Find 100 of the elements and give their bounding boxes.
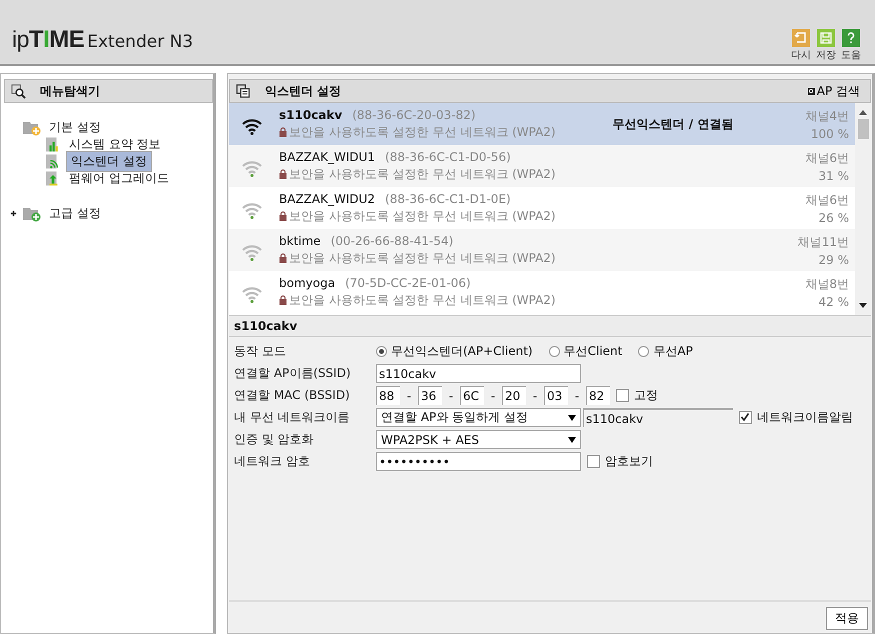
network-row[interactable]: s110cakv (88-36-6C-20-03-82) 보안을 사용하도록 설정한 무선 네트워크 (WPA2) 무선익스텐더 / 연결됨 채널4번 100 % bbox=[229, 103, 855, 145]
network-row[interactable]: bktime (00-26-66-88-41-54) 보안을 사용하도록 설정한 무선 네트워크 (WPA2) 채널11번 29 % bbox=[229, 229, 855, 271]
ap-search-button[interactable]: AP 검색 bbox=[804, 82, 864, 100]
mac-separator: - bbox=[448, 388, 454, 402]
lock-icon bbox=[279, 169, 287, 179]
panel-title: 익스텐더 설정 bbox=[265, 82, 342, 100]
mac-address: (88-36-6C-C1-D0-56) bbox=[385, 150, 511, 164]
security-text: 보안을 사용하도록 설정한 무선 네트워크 (WPA2) bbox=[289, 292, 556, 308]
tree-item[interactable]: 펌웨어 업그레이드 bbox=[66, 170, 172, 187]
signal-strength: 100 % bbox=[810, 126, 849, 140]
caret-icon bbox=[568, 436, 576, 442]
field-label: 네트워크 암호 bbox=[234, 453, 311, 470]
password-input[interactable]: •••••••••• bbox=[376, 452, 581, 471]
radio-button[interactable] bbox=[638, 346, 650, 357]
undo-button[interactable]: 다시 bbox=[791, 29, 811, 62]
scroll-down-icon[interactable] bbox=[859, 303, 867, 308]
mac-input[interactable]: 82 bbox=[586, 386, 610, 405]
expand-icon[interactable] bbox=[10, 210, 17, 217]
brand-logo: ipTIME bbox=[12, 26, 84, 54]
network-name: bktime bbox=[279, 234, 321, 248]
wireless-document-icon bbox=[46, 154, 60, 169]
product-name: Extender N3 bbox=[87, 32, 194, 52]
sidebar-title: 메뉴탐색기 bbox=[40, 82, 100, 100]
ssid-input[interactable]: s110cakv bbox=[376, 364, 581, 383]
wifi-icon bbox=[241, 285, 263, 303]
lock-icon bbox=[279, 127, 287, 137]
search-icon bbox=[808, 88, 815, 94]
caret-icon bbox=[568, 414, 576, 420]
field-label: 연결할 AP이름(SSID) bbox=[234, 365, 352, 382]
mac-address: (88-36-6C-C1-D1-0E) bbox=[385, 192, 511, 206]
mac-separator: - bbox=[532, 388, 538, 402]
signal-strength: 26 % bbox=[818, 210, 849, 224]
mac-input[interactable]: 36 bbox=[418, 386, 442, 405]
save-icon bbox=[817, 29, 835, 47]
field-label: 동작 모드 bbox=[234, 343, 287, 360]
apply-button[interactable]: 적용 bbox=[826, 607, 868, 630]
network-name-input[interactable]: s110cakv bbox=[583, 408, 733, 427]
radio-button[interactable] bbox=[548, 346, 560, 357]
security-text: 보안을 사용하도록 설정한 무선 네트워크 (WPA2) bbox=[289, 166, 556, 182]
upload-document-icon bbox=[46, 171, 60, 186]
mac-input[interactable]: 88 bbox=[376, 386, 400, 405]
scrollbar-thumb[interactable] bbox=[858, 119, 868, 139]
scroll-up-icon[interactable] bbox=[859, 110, 867, 115]
connection-status: 무선익스텐더 / 연결됨 bbox=[612, 116, 734, 132]
checkbox[interactable] bbox=[587, 455, 600, 468]
channel-text: 채널6번 bbox=[805, 192, 849, 208]
field-label: 연결할 MAC (BSSID) bbox=[234, 387, 351, 404]
window-icon bbox=[236, 84, 251, 98]
tree-item[interactable]: 익스텐더 설정 bbox=[66, 151, 152, 172]
mac-separator: - bbox=[406, 388, 412, 402]
lock-icon bbox=[279, 211, 287, 221]
network-name: BAZZAK_WIDU2 bbox=[279, 192, 376, 206]
security-text: 보안을 사용하도록 설정한 무선 네트워크 (WPA2) bbox=[289, 250, 556, 266]
radio-label: 무선Client bbox=[564, 343, 622, 360]
channel-text: 채널11번 bbox=[798, 234, 849, 250]
radio-label: 무선AP bbox=[653, 343, 693, 360]
search-icon bbox=[11, 84, 26, 98]
wifi-icon bbox=[241, 243, 263, 261]
help-button[interactable]: 도움 bbox=[841, 29, 861, 62]
wifi-icon bbox=[241, 159, 263, 177]
security-text: 보안을 사용하도록 설정한 무선 네트워크 (WPA2) bbox=[289, 208, 556, 224]
tree-item[interactable]: 기본 설정 bbox=[46, 119, 104, 136]
lock-icon bbox=[279, 295, 287, 305]
form-title: s110cakv bbox=[234, 319, 298, 333]
signal-strength: 29 % bbox=[818, 252, 849, 266]
channel-text: 채널8번 bbox=[805, 276, 849, 292]
checkmark-icon bbox=[740, 412, 750, 422]
dropdown[interactable]: WPA2PSK + AES bbox=[376, 430, 581, 449]
dropdown[interactable]: 연결할 AP와 동일하게 설정 bbox=[376, 408, 581, 427]
mac-address: (70-5D-CC-2E-01-06) bbox=[345, 276, 471, 290]
wifi-icon bbox=[241, 117, 263, 135]
wifi-icon bbox=[241, 201, 263, 219]
help-icon bbox=[842, 29, 860, 47]
checkbox-label: 고정 bbox=[634, 387, 658, 404]
network-name: bomyoga bbox=[279, 276, 336, 290]
checkbox[interactable] bbox=[739, 411, 752, 424]
tree-item[interactable]: 고급 설정 bbox=[46, 205, 104, 222]
radio-button[interactable] bbox=[376, 346, 387, 357]
save-button[interactable]: 저장 bbox=[816, 29, 836, 62]
mac-address: (00-26-66-88-41-54) bbox=[330, 234, 454, 248]
mac-input[interactable]: 6C bbox=[460, 386, 484, 405]
channel-text: 채널6번 bbox=[805, 150, 849, 166]
mac-input[interactable]: 03 bbox=[544, 386, 568, 405]
network-row[interactable]: BAZZAK_WIDU1 (88-36-6C-C1-D0-56) 보안을 사용하도록 설정한 무선 네트워크 (WPA2) 채널6번 31 % bbox=[229, 145, 855, 187]
undo-icon bbox=[792, 29, 810, 47]
checkbox[interactable] bbox=[616, 389, 629, 402]
mac-separator: - bbox=[574, 388, 580, 402]
mac-separator: - bbox=[490, 388, 496, 402]
network-name: s110cakv bbox=[279, 108, 342, 122]
field-label: 인증 및 암호화 bbox=[234, 431, 315, 448]
tree-item[interactable]: 시스템 요약 정보 bbox=[66, 136, 164, 153]
signal-strength: 31 % bbox=[818, 168, 849, 182]
signal-strength: 42 % bbox=[818, 294, 849, 308]
lock-icon bbox=[279, 253, 287, 263]
checkbox-label: 암호보기 bbox=[605, 453, 653, 470]
mac-address: (88-36-6C-20-03-82) bbox=[352, 108, 476, 122]
field-label: 내 무선 네트워크이름 bbox=[234, 409, 351, 426]
security-text: 보안을 사용하도록 설정한 무선 네트워크 (WPA2) bbox=[289, 124, 556, 140]
scrollbar[interactable] bbox=[855, 103, 871, 315]
mac-input[interactable]: 20 bbox=[502, 386, 526, 405]
